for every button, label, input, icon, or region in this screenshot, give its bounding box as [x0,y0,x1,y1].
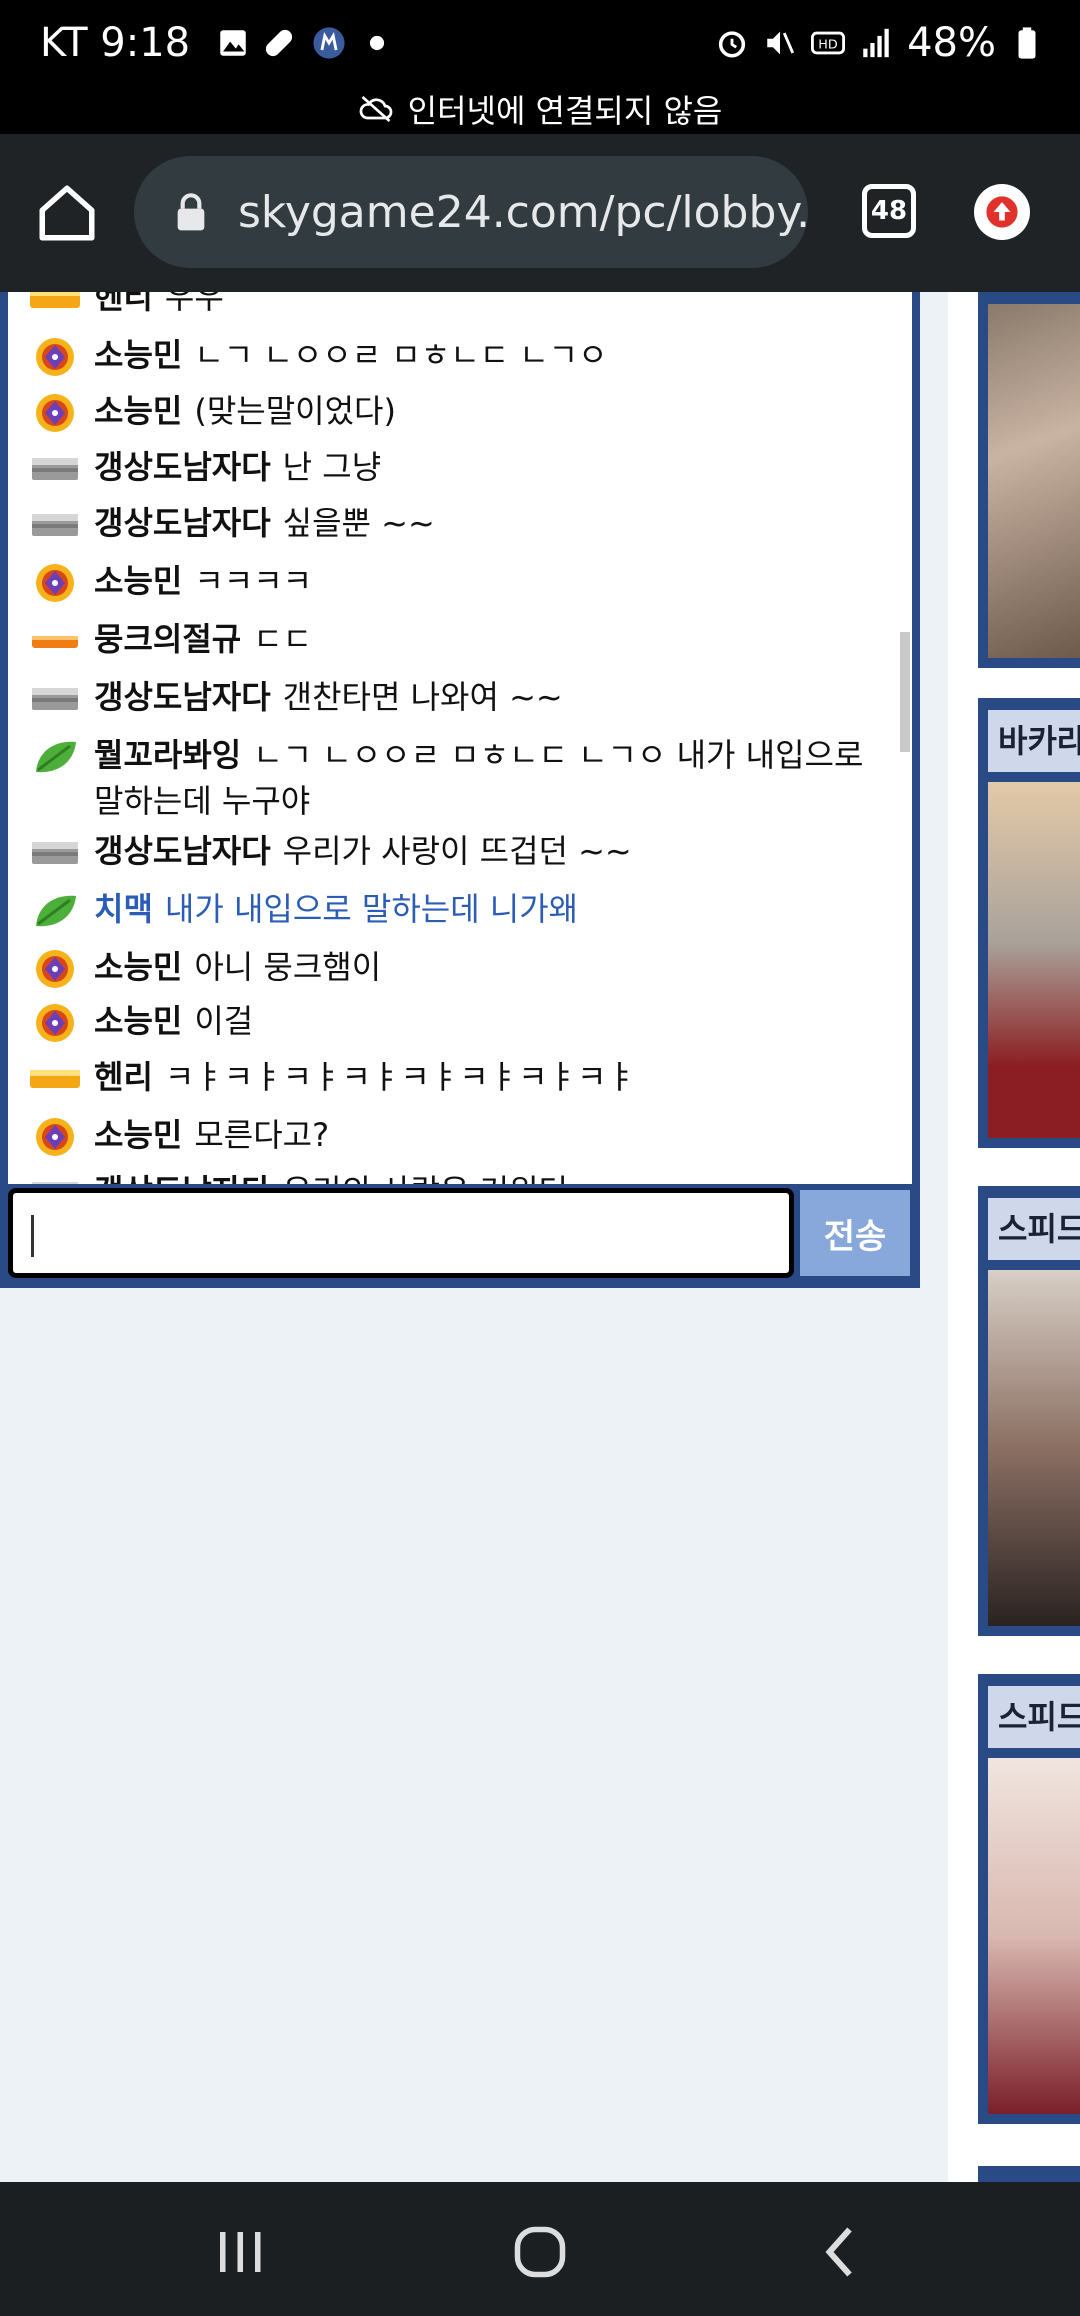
chat-nickname[interactable]: 소능민 [94,562,182,600]
chat-message-text: (맞는말이었다) [194,392,396,430]
chat-message-text: 싶을뿐 ~~ [282,504,435,542]
gem-crest-icon [26,1116,84,1158]
chat-nickname[interactable]: 뭉크의절규 [94,620,241,658]
home-nav-icon[interactable] [510,2222,570,2282]
chat-nickname[interactable]: 갱상도남자다 [94,448,271,486]
signal-icon [863,28,889,58]
back-icon[interactable] [812,2222,872,2282]
gem-crest-icon [26,392,84,434]
app-logo-icon [313,27,345,59]
status-bar: KT 9:18 HD 48% [0,0,1080,88]
side-promo-5[interactable] [978,2166,1080,2182]
chat-message-text: ㅋㅑㅋㅑㅋㅑㅋㅑㅋㅑㅋㅑㅋㅑㅋㅑ [164,1058,636,1096]
chat-message-text: ㄷㄷ [253,620,313,658]
chat-input[interactable] [8,1188,794,1278]
battery-percent: 48% [907,20,996,66]
gem-crest-icon [26,1002,84,1044]
home-icon[interactable] [34,180,100,246]
silver-bar-icon [26,504,84,546]
side-promo-2[interactable]: 바카라 [978,698,1080,1148]
chat-nickname[interactable]: 소능민 [94,392,182,430]
chat-message-text: ㄴㄱ ㄴㅇㅇㄹ ㅁㅎㄴㄷ ㄴㄱㅇ [194,336,608,374]
hd-icon: HD [811,31,846,55]
chat-message-text: ㅋㅋㅋㅋ [194,562,313,600]
mute-icon [767,31,795,55]
green-leaf-icon [26,736,84,778]
promo-image [988,304,1080,658]
alarm-icon [718,31,746,58]
chat-nickname[interactable]: 헨리 [94,1058,153,1096]
gem-crest-icon [26,336,84,378]
chat-message-text: 내가 내입으로 말하는데 니가왜 [164,890,579,928]
chat-message-text: 난 그냥 [282,448,382,486]
battery-icon [1018,27,1036,59]
chat-nickname[interactable]: 소능민 [94,1116,182,1154]
chat-message-text: 우우 [164,292,224,316]
cloud-off-icon [359,95,392,123]
browser-toolbar: skygame24.com/pc/lobby.a 48 [0,134,1080,292]
silver-bar-icon [26,678,84,720]
offline-notice: 인터넷에 연결되지 않음 [0,84,1080,134]
chat-nickname[interactable]: 치맥 [94,890,153,928]
chat-nickname[interactable]: 소능민 [94,336,182,374]
pill-icon [266,29,293,57]
chat-nickname[interactable]: 갱상도남자다 [94,504,271,542]
chat-nickname[interactable]: 헨리 [94,292,153,316]
dot-icon [370,35,385,51]
gold-bar-icon [26,292,84,320]
chat-message-text: 아니 뭉크햄이 [194,948,382,986]
web-page: 바카라 스피드 스피드 헨리 우우소능민 ㄴㄱ ㄴㅇㅇㄹ ㅁㅎㄴㄷ ㄴㄱㅇ 소능민 (맞… [0,292,1080,2182]
chat-message-text: 갠찬타면 나와여 ~~ [282,678,563,716]
promo-title: 스피드 [988,1198,1080,1260]
chat-message-text: 우리가 사랑이 뜨겁던 ~~ [282,832,632,870]
gem-crest-icon [26,948,84,990]
green-leaf-icon [26,890,84,932]
chat-nickname[interactable]: 갱상도남자다 [94,1172,271,1184]
side-promo-1[interactable] [978,292,1080,668]
promo-image [988,1270,1080,1626]
text-caret [31,1215,34,1257]
side-promo-4[interactable]: 스피드 [978,1674,1080,2124]
carrier-time: KT 9:18 [40,20,191,66]
orange-bar-icon [26,620,84,662]
chat-panel: 헨리 우우소능민 ㄴㄱ ㄴㅇㅇㄹ ㅁㅎㄴㄷ ㄴㄱㅇ 소능민 (맞는말이었다) 갱상도남자다… [0,292,920,1288]
send-button[interactable]: 전송 [800,1190,910,1276]
gem-crest-icon [26,562,84,604]
gallery-icon [220,30,246,56]
promo-image [988,1758,1080,2114]
silver-bar-icon [26,1172,84,1184]
gold-bar-icon [26,1058,84,1100]
chat-message-text: 우리의 사랑은 커워더 [283,1172,568,1184]
promo-title: 스피드 [988,1686,1080,1748]
chat-nickname[interactable]: 뭘꼬라봐잉 [94,736,241,774]
update-button[interactable] [974,184,1030,240]
chat-message-list[interactable]: 헨리 우우소능민 ㄴㄱ ㄴㅇㅇㄹ ㅁㅎㄴㄷ ㄴㄱㅇ 소능민 (맞는말이었다) 갱상도남자다… [8,292,912,1184]
tab-switcher-button[interactable]: 48 [862,184,916,238]
silver-bar-icon [26,832,84,874]
url-text: skygame24.com/pc/lobby.a [238,186,808,238]
chat-nickname[interactable]: 갱상도남자다 [94,678,271,716]
chat-message-text: 이걸 [194,1002,254,1040]
promo-image [988,782,1080,1138]
silver-bar-icon [26,448,84,490]
address-bar[interactable]: skygame24.com/pc/lobby.a [134,156,808,268]
svg-text:HD: HD [818,38,838,53]
chat-nickname[interactable]: 소능민 [94,948,182,986]
promo-title: 바카라 [988,710,1080,772]
lock-icon [177,193,205,231]
system-nav-bar [0,2182,1080,2316]
recent-apps-icon[interactable] [210,2222,270,2282]
chat-scrollbar[interactable] [900,632,910,752]
side-promo-3[interactable]: 스피드 [978,1186,1080,1636]
arrow-up-icon [986,196,1018,228]
chat-nickname[interactable]: 소능민 [94,1002,182,1040]
chat-message-text: 모른다고? [194,1116,330,1154]
chat-nickname[interactable]: 갱상도남자다 [94,832,271,870]
